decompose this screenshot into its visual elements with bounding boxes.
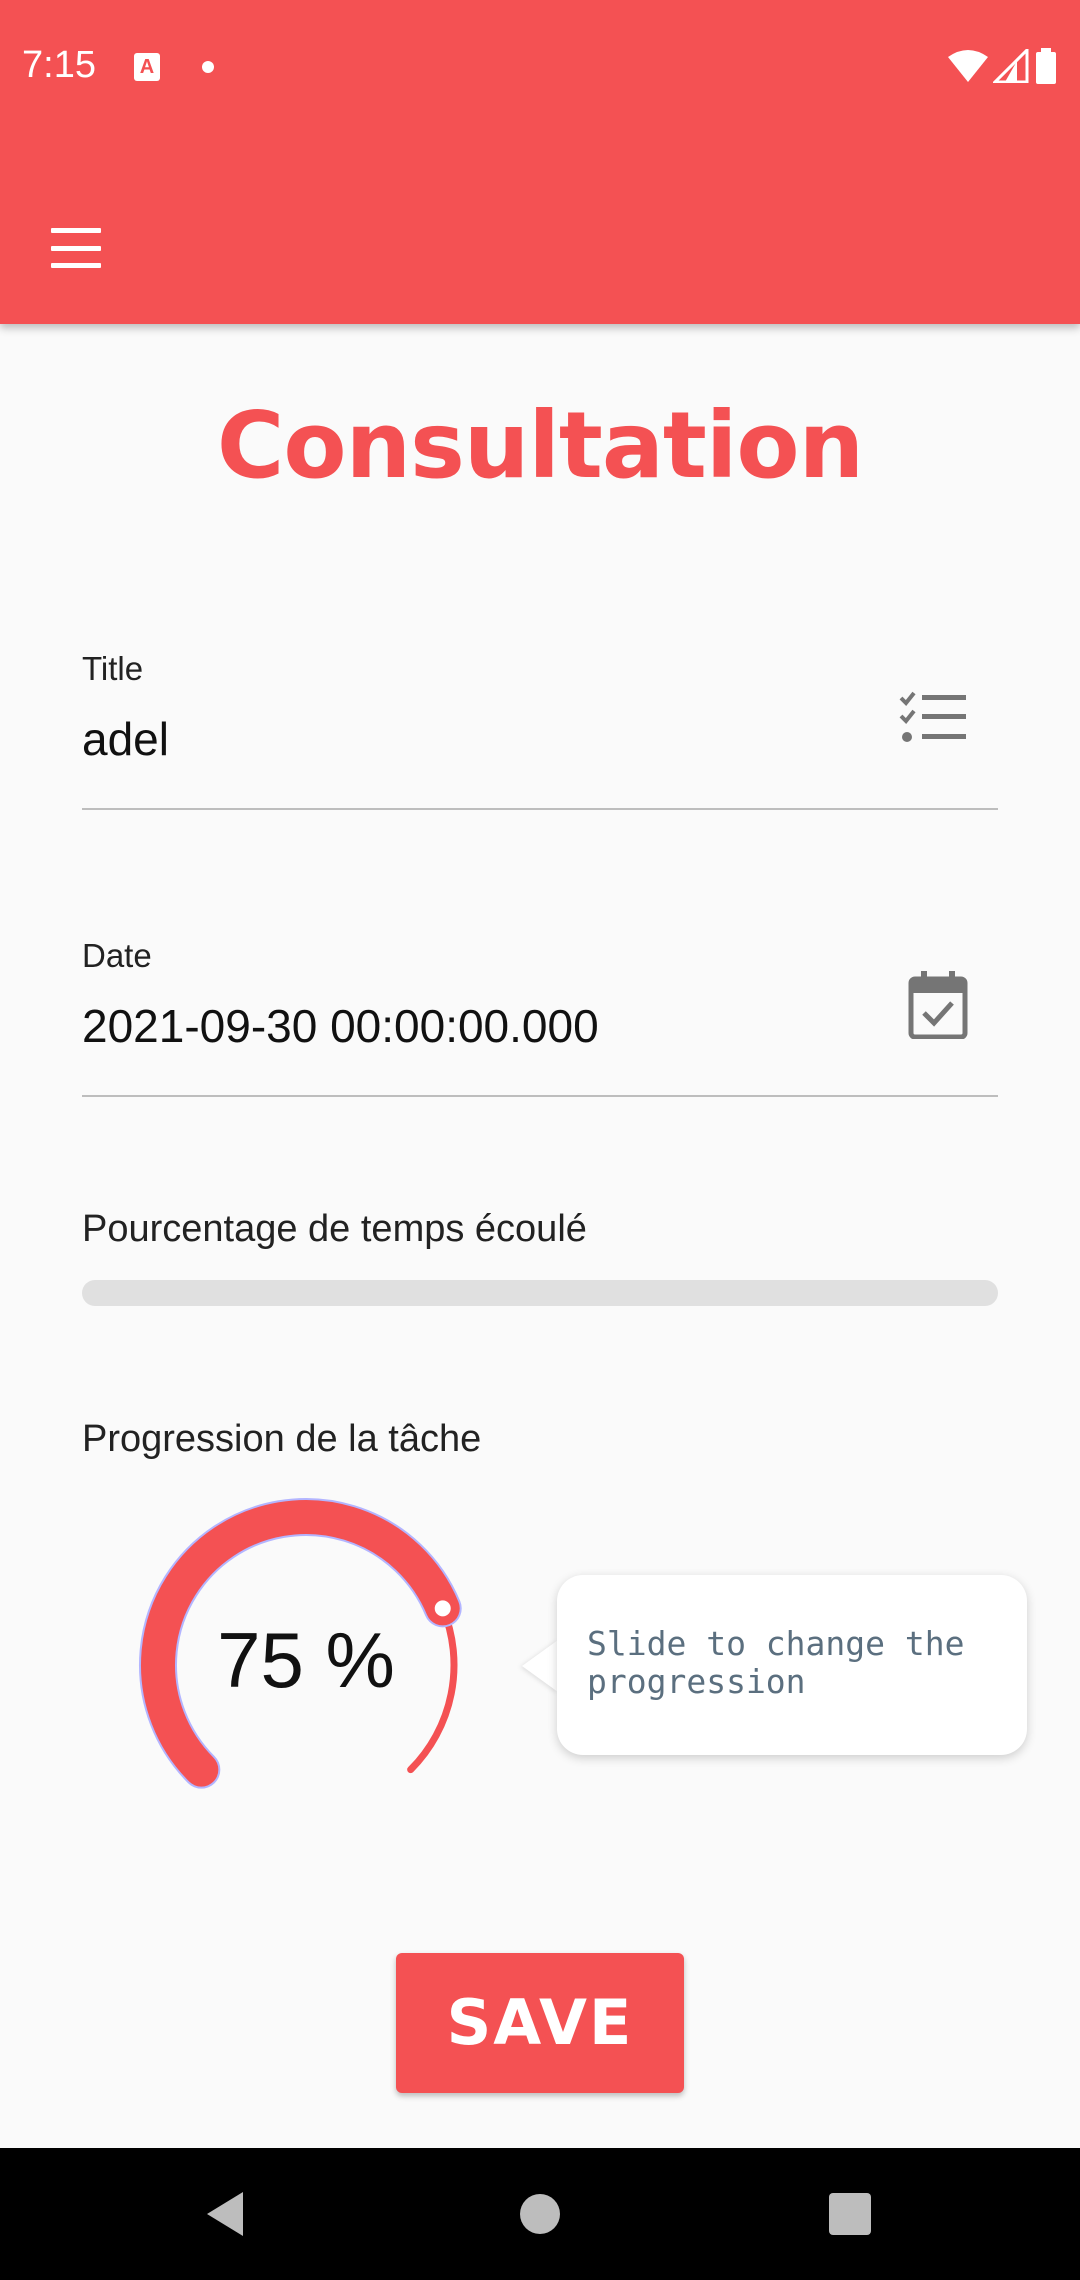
- elapsed-label: Pourcentage de temps écoulé: [82, 1208, 587, 1250]
- navigation-bar: [0, 2148, 1080, 2280]
- hamburger-menu-icon[interactable]: [40, 222, 112, 274]
- app-a-icon: A: [134, 53, 160, 81]
- save-button[interactable]: SAVE: [396, 1953, 684, 2093]
- tooltip-arrow: [522, 1640, 558, 1692]
- progression-value: 75 %: [217, 1616, 395, 1704]
- elapsed-progress-bar: [82, 1280, 998, 1306]
- checklist-icon: [898, 688, 968, 750]
- date-field-label: Date: [82, 937, 152, 974]
- calendar-check-icon[interactable]: [908, 971, 968, 1043]
- gauge-handle[interactable]: [434, 1600, 451, 1617]
- home-icon[interactable]: [520, 2194, 560, 2234]
- date-field[interactable]: Date 2021-09-30 00:00:00.000: [82, 935, 998, 1097]
- progression-tooltip: Slide to change the progression: [557, 1575, 1027, 1755]
- app-bar: 7:15 A: [0, 0, 1080, 324]
- tooltip-text: Slide to change the progression: [587, 1624, 965, 1701]
- recents-icon[interactable]: [829, 2193, 871, 2235]
- page-title: Consultation: [216, 392, 864, 499]
- title-field[interactable]: Title adel: [82, 648, 998, 810]
- signal-icon: [992, 49, 1029, 83]
- system-status-icons: [947, 48, 1058, 86]
- status-bar: 7:15 A: [0, 0, 1080, 135]
- progression-label: Progression de la tâche: [82, 1418, 482, 1460]
- status-time: 7:15: [22, 44, 96, 86]
- back-icon[interactable]: [205, 2190, 245, 2238]
- dot-icon: [202, 61, 214, 73]
- battery-icon: [1036, 48, 1056, 84]
- title-field-label: Title: [82, 650, 144, 687]
- wifi-icon: [947, 50, 988, 82]
- progression-slider[interactable]: 75 %: [106, 1470, 506, 1790]
- date-field-value[interactable]: 2021-09-30 00:00:00.000: [82, 999, 599, 1053]
- title-field-value[interactable]: adel: [82, 712, 169, 766]
